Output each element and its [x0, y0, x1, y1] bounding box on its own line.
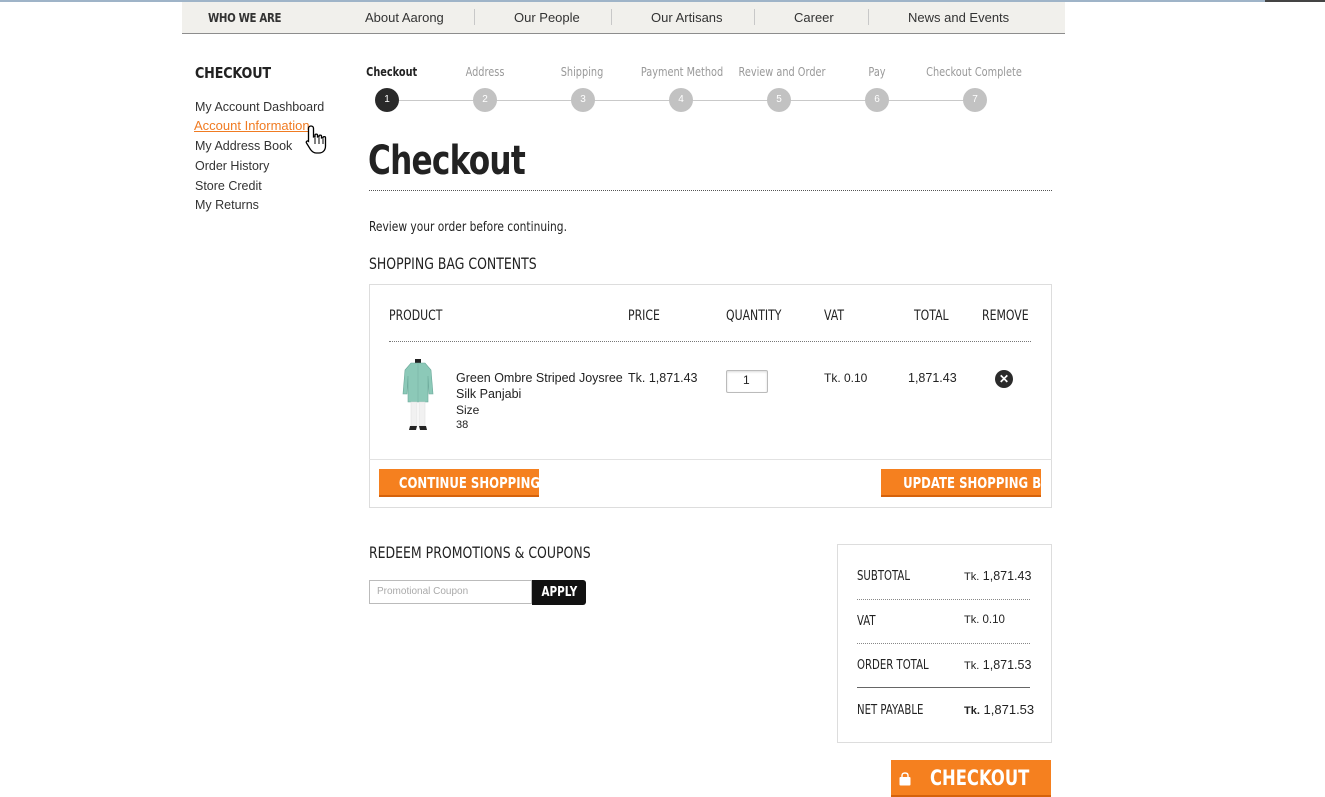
sidebar-item-account-information[interactable]: Account Information: [194, 118, 310, 133]
sidebar-item-account-dashboard[interactable]: My Account Dashboard: [195, 100, 324, 114]
top-nav: WHO WE ARE About Aarong Our People Our A…: [182, 2, 1065, 34]
col-header-quantity: QUANTITY: [726, 308, 782, 324]
subtotal-label: SUBTOTAL: [857, 569, 910, 584]
close-icon: ✕: [998, 372, 1010, 386]
product-name-line2[interactable]: Silk Panjabi: [456, 387, 521, 401]
header-divider: [389, 341, 1031, 342]
checkout-label: CHECKOUT: [930, 766, 1030, 790]
step-dot-3: 3: [571, 88, 595, 112]
hand-cursor-icon: [305, 125, 327, 154]
nav-separator: [754, 9, 755, 25]
step-label-checkout: Checkout: [366, 64, 418, 79]
cart-footer-divider: [369, 459, 1052, 460]
vat-label: VAT: [857, 614, 876, 629]
step-dot-7: 7: [963, 88, 987, 112]
order-total-currency: Tk.: [964, 660, 980, 672]
step-label-address: Address: [465, 64, 505, 79]
nav-item-about-aarong[interactable]: About Aarong: [365, 10, 444, 25]
step-dot-4: 4: [669, 88, 693, 112]
apply-label: APPLY: [541, 585, 577, 600]
totals-divider: [857, 599, 1030, 600]
product-name-line1[interactable]: Green Ombre Striped Joysree: [456, 371, 623, 385]
product-size-label: Size: [456, 403, 480, 417]
totals-divider: [857, 643, 1030, 644]
step-dot-1: 1: [375, 88, 399, 112]
sidebar-title: CHECKOUT: [195, 64, 271, 82]
step-label-shipping: Shipping: [560, 64, 604, 79]
coupon-input[interactable]: Promotional Coupon: [369, 580, 532, 604]
subtotal-amount: 1,871.43: [982, 569, 1032, 583]
col-header-product: PRODUCT: [389, 308, 443, 324]
subtotal-currency: Tk.: [964, 571, 980, 583]
col-header-remove: REMOVE: [982, 308, 1029, 324]
subtotal-value: Tk. 1,871.43: [964, 569, 1031, 583]
nav-separator: [611, 9, 612, 25]
order-total-label: ORDER TOTAL: [857, 658, 929, 673]
title-divider: [369, 190, 1052, 191]
nav-separator: [474, 9, 475, 25]
step-label-checkout-complete: Checkout Complete: [926, 64, 1022, 79]
net-payable-label: NET PAYABLE: [857, 703, 924, 718]
coupon-heading: REDEEM PROMOTIONS & COUPONS: [369, 543, 591, 562]
col-header-total: TOTAL: [914, 308, 949, 324]
continue-shopping-button[interactable]: CONTINUE SHOPPING: [379, 469, 539, 497]
nav-separator: [868, 9, 869, 25]
order-total-amount: 1,871.53: [982, 658, 1032, 672]
product-price: Tk. 1,871.43: [628, 371, 698, 385]
sidebar-item-order-history[interactable]: Order History: [195, 159, 269, 173]
sidebar-item-address-book[interactable]: My Address Book: [195, 139, 292, 153]
step-dot-5: 5: [767, 88, 791, 112]
vat-currency: Tk.: [964, 614, 980, 626]
window-top-border-dark: [1265, 0, 1325, 2]
update-shopping-bag-button[interactable]: UPDATE SHOPPING BAG: [881, 469, 1041, 497]
net-payable-value: Tk. 1,871.53: [964, 702, 1034, 717]
quantity-input[interactable]: 1: [726, 370, 768, 393]
vat-value: Tk. 0.10: [964, 614, 1005, 626]
nav-item-career[interactable]: Career: [794, 10, 834, 25]
product-size-value: 38: [456, 419, 469, 431]
col-header-vat: VAT: [824, 308, 845, 324]
shopping-bag-icon: [899, 772, 911, 786]
review-note: Review your order before continuing.: [369, 220, 567, 235]
step-label-review-and-order: Review and Order: [738, 64, 826, 79]
product-thumbnail[interactable]: [401, 358, 435, 432]
totals-divider: [857, 687, 1030, 688]
apply-coupon-button[interactable]: APPLY: [532, 580, 586, 605]
update-shopping-bag-label: UPDATE SHOPPING BAG: [903, 474, 1041, 492]
nav-item-our-artisans[interactable]: Our Artisans: [651, 10, 723, 25]
nav-item-news-and-events[interactable]: News and Events: [908, 10, 1009, 25]
continue-shopping-label: CONTINUE SHOPPING: [398, 474, 539, 492]
product-total: 1,871.43: [908, 371, 957, 385]
net-payable-currency: Tk.: [964, 705, 980, 717]
step-label-payment-method: Payment Method: [640, 64, 724, 79]
col-header-price: PRICE: [628, 308, 660, 324]
step-label-pay: Pay: [868, 64, 886, 79]
page-title: Checkout: [368, 138, 526, 184]
vat-amount: 0.10: [982, 614, 1005, 626]
sidebar-item-store-credit[interactable]: Store Credit: [195, 179, 262, 193]
step-dot-6: 6: [865, 88, 889, 112]
nav-brand[interactable]: WHO WE ARE: [208, 11, 281, 25]
checkout-button[interactable]: CHECKOUT: [891, 760, 1051, 797]
order-total-value: Tk. 1,871.53: [964, 658, 1031, 672]
net-payable-amount: 1,871.53: [983, 702, 1035, 717]
product-vat: Tk. 0.10: [824, 371, 868, 385]
step-dot-2: 2: [473, 88, 497, 112]
nav-item-our-people[interactable]: Our People: [514, 10, 580, 25]
shopping-bag-heading: SHOPPING BAG CONTENTS: [369, 254, 537, 273]
sidebar-item-my-returns[interactable]: My Returns: [195, 198, 259, 212]
remove-item-button[interactable]: ✕: [995, 370, 1013, 388]
